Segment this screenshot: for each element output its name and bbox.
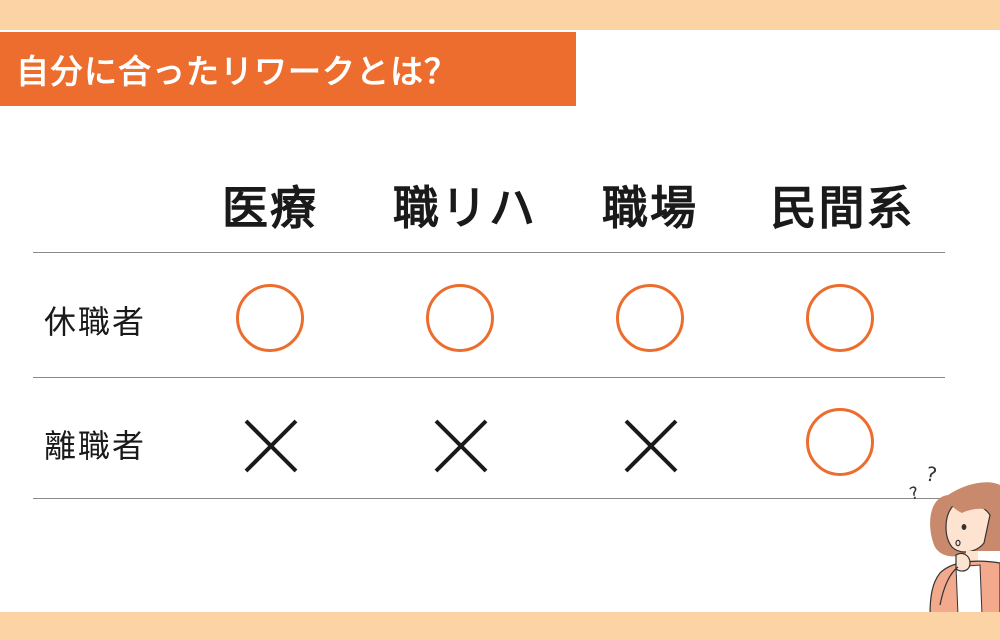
table-rule-top <box>33 252 945 253</box>
circle-mark <box>616 284 684 352</box>
bottom-band <box>0 612 1000 640</box>
cross-mark <box>432 417 490 475</box>
row-label-on-leave: 休職者 <box>44 303 147 341</box>
cross-mark <box>242 417 300 475</box>
table-rule-middle <box>33 377 945 378</box>
circle-mark <box>806 284 874 352</box>
thinking-woman-illustration: ? ? <box>907 462 1000 615</box>
table-rule-bottom <box>33 498 945 499</box>
circle-mark <box>426 284 494 352</box>
cross-mark <box>622 417 680 475</box>
top-band <box>0 0 1000 30</box>
column-header-private: 民間系 <box>770 181 915 235</box>
column-header-vocational-rehab: 職リハ <box>393 181 537 235</box>
column-header-medical: 医療 <box>222 181 318 235</box>
circle-mark <box>806 408 874 476</box>
title-banner: 自分に合ったリワークとは？ <box>0 32 576 106</box>
page-title: 自分に合ったリワークとは？ <box>16 52 458 91</box>
row-label-unemployed: 離職者 <box>44 427 147 465</box>
svg-text:?: ? <box>924 462 939 487</box>
circle-mark <box>236 284 304 352</box>
column-header-workplace: 職場 <box>602 181 698 235</box>
svg-text:?: ? <box>907 483 921 505</box>
